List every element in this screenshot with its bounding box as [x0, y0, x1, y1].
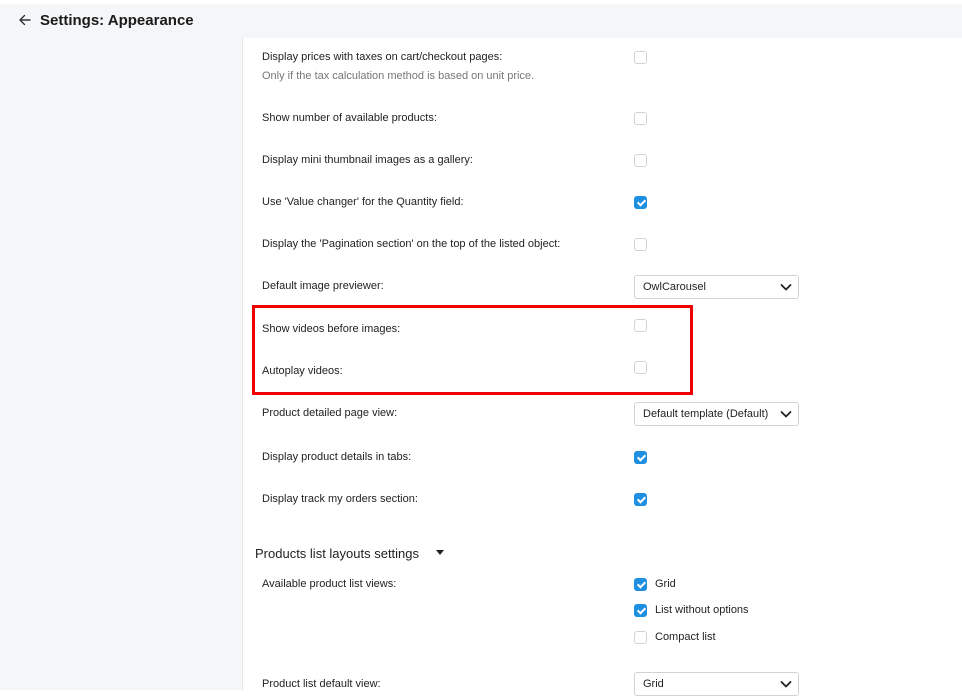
checkbox-available-products[interactable] [634, 112, 647, 125]
checkbox-track-orders[interactable] [634, 493, 647, 506]
option-label-grid: Grid [655, 578, 676, 590]
checkbox-details-in-tabs[interactable] [634, 451, 647, 464]
checkbox-view-compact-list[interactable] [634, 631, 647, 644]
back-arrow-icon[interactable] [18, 13, 32, 27]
setting-label-pagination-top: Display the 'Pagination section' on the … [262, 238, 561, 250]
setting-label-list-views: Available product list views: [262, 578, 397, 590]
checkbox-videos-before-images[interactable] [634, 319, 647, 332]
checkbox-autoplay-videos[interactable] [634, 361, 647, 374]
setting-label-image-previewer: Default image previewer: [262, 280, 384, 292]
setting-label-detailed-page-view: Product detailed page view: [262, 407, 398, 419]
settings-content [243, 38, 962, 690]
checkbox-thumbnail-gallery[interactable] [634, 154, 647, 167]
checkbox-view-list-without-options[interactable] [634, 604, 647, 617]
setting-label-default-view: Product list default view: [262, 678, 381, 690]
select-value: OwlCarousel [643, 281, 706, 293]
checkbox-prices-with-taxes[interactable] [634, 51, 647, 64]
setting-label-autoplay-videos: Autoplay videos: [262, 365, 343, 377]
setting-label-thumbnail-gallery: Display mini thumbnail images as a galle… [262, 154, 473, 166]
page-title: Settings: Appearance [40, 12, 194, 29]
option-label-list-without-options: List without options [655, 604, 749, 616]
checkbox-value-changer[interactable] [634, 196, 647, 209]
checkbox-pagination-top[interactable] [634, 238, 647, 251]
setting-label-prices-with-taxes: Display prices with taxes on cart/checko… [262, 51, 503, 63]
setting-label-track-orders: Display track my orders section: [262, 493, 418, 505]
section-title-products-list[interactable]: Products list layouts settings [255, 546, 419, 561]
checkbox-view-grid[interactable] [634, 578, 647, 591]
sidebar [0, 38, 243, 690]
setting-label-details-in-tabs: Display product details in tabs: [262, 451, 412, 463]
page-header: Settings: Appearance [0, 4, 962, 38]
caret-down-icon[interactable] [436, 550, 444, 555]
chevron-down-icon [780, 284, 792, 291]
option-label-compact-list: Compact list [655, 631, 716, 643]
setting-label-videos-before-images: Show videos before images: [262, 323, 401, 335]
select-default-view[interactable]: Grid [634, 672, 799, 696]
setting-hint-prices-with-taxes: Only if the tax calculation method is ba… [262, 70, 535, 82]
select-value: Default template (Default) [643, 408, 769, 420]
select-value: Grid [643, 678, 664, 690]
chevron-down-icon [780, 411, 792, 418]
setting-label-value-changer: Use 'Value changer' for the Quantity fie… [262, 196, 464, 208]
setting-label-available-products: Show number of available products: [262, 112, 437, 124]
chevron-down-icon [780, 681, 792, 688]
select-image-previewer[interactable]: OwlCarousel [634, 275, 799, 299]
select-detailed-page-view[interactable]: Default template (Default) [634, 402, 799, 426]
